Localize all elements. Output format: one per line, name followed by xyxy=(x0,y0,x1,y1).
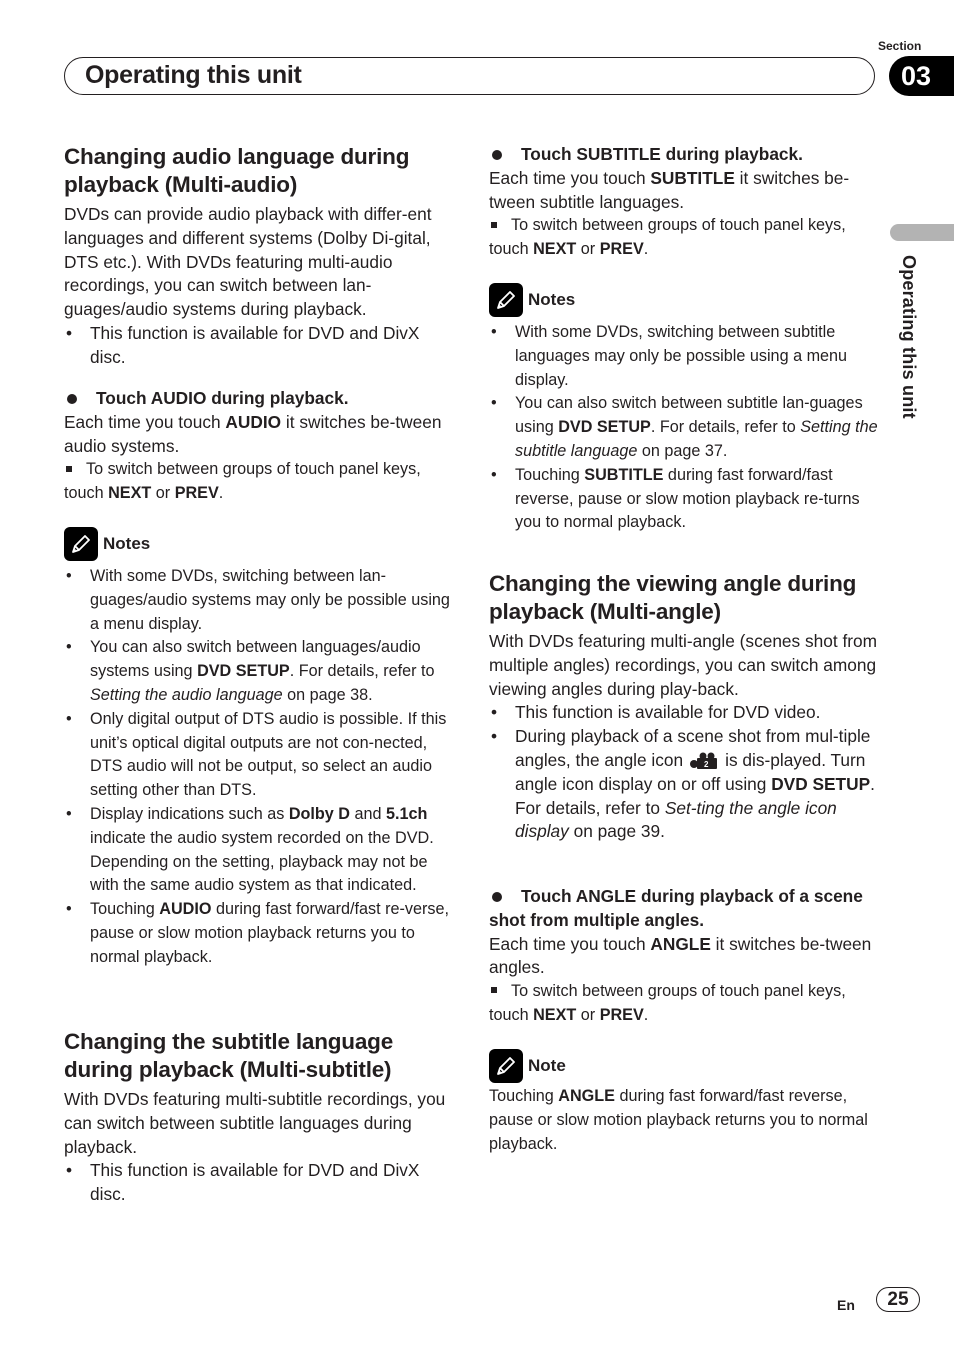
audio-step-sub: To switch between groups of touch panel … xyxy=(64,460,421,503)
step-bullet-icon xyxy=(67,393,77,404)
angle-step-instruction: Touch ANGLE during playback of a scene s… xyxy=(489,885,879,933)
subtitle-step-text: Touch SUBTITLE during playback. xyxy=(521,144,803,164)
side-tab-marker xyxy=(890,224,954,241)
side-tab-label: Operating this unit xyxy=(899,255,919,419)
angle-bullet: During playback of a scene shot from mul… xyxy=(489,725,879,844)
angle-step: Touch ANGLE during playback of a scene s… xyxy=(489,885,879,1028)
subtitle-step-desc: Each time you touch SUBTITLE it switches… xyxy=(489,167,850,212)
notes-title: Notes xyxy=(103,534,151,554)
subtitle-availability: This function is available for DVD and D… xyxy=(64,1159,454,1207)
section-number-badge: 03 xyxy=(889,56,954,96)
note-item: Touching AUDIO during fast forward/fast … xyxy=(64,898,454,969)
audio-notes: Notes With some DVDs, switching between … xyxy=(64,527,454,970)
chapter-title-bar: Operating this unit xyxy=(64,57,875,95)
page-number: 25 xyxy=(876,1287,920,1312)
svg-text:2: 2 xyxy=(704,760,709,769)
angle-note-text: Touching ANGLE during fast forward/fast … xyxy=(489,1087,868,1153)
subtitle-step: Touch SUBTITLE during playback. Each tim… xyxy=(489,143,879,262)
subtitle-intro: With DVDs featuring multi-subtitle recor… xyxy=(64,1089,446,1157)
note-item: You can also switch between languages/au… xyxy=(64,636,454,707)
audio-step-text: Touch AUDIO during playback. xyxy=(96,388,349,408)
square-bullet-icon xyxy=(491,987,497,994)
angle-step-desc: Each time you touch ANGLE it switches be… xyxy=(489,933,872,978)
audio-step: Touch AUDIO during playback. Each time y… xyxy=(64,387,454,506)
square-bullet-icon xyxy=(491,221,497,228)
note-title: Note xyxy=(528,1056,566,1076)
note-item: With some DVDs, switching between lan-gu… xyxy=(64,565,454,636)
note-item: You can also switch between subtitle lan… xyxy=(489,392,879,463)
angle-note: Note Touching ANGLE during fast forward/… xyxy=(489,1049,879,1156)
subtitle-section: Changing the subtitle language during pl… xyxy=(64,1028,454,1207)
note-item: Only digital output of DTS audio is poss… xyxy=(64,708,454,803)
subtitle-step-sub: To switch between groups of touch panel … xyxy=(489,216,846,259)
angle-intro: With DVDs featuring multi-angle (scenes … xyxy=(489,631,878,699)
note-item: Touching SUBTITLE during fast forward/fa… xyxy=(489,464,879,535)
audio-section: Changing audio language during playback … xyxy=(64,143,454,370)
step-bullet-icon xyxy=(492,149,502,160)
notes-title: Notes xyxy=(528,290,576,310)
camera-angle-icon: 2 xyxy=(689,752,719,770)
note-item: With some DVDs, switching between subtit… xyxy=(489,321,879,392)
square-bullet-icon xyxy=(66,465,72,472)
pencil-icon xyxy=(64,527,98,561)
audio-step-instruction: Touch AUDIO during playback. xyxy=(64,387,454,411)
audio-heading: Changing audio language during playback … xyxy=(64,144,410,197)
step-bullet-icon xyxy=(492,891,502,902)
audio-availability: This function is available for DVD and D… xyxy=(64,322,454,370)
note-item: Display indications such as Dolby D and … xyxy=(64,803,454,898)
angle-heading: Changing the viewing angle during playba… xyxy=(489,571,857,624)
angle-section: Changing the viewing angle during playba… xyxy=(489,570,879,844)
audio-intro: DVDs can provide audio playback with dif… xyxy=(64,204,432,320)
subtitle-step-instruction: Touch SUBTITLE during playback. xyxy=(489,143,879,167)
subtitle-heading: Changing the subtitle language during pl… xyxy=(64,1029,394,1082)
section-label: Section xyxy=(878,39,922,53)
angle-bullet: This function is available for DVD video… xyxy=(489,701,879,725)
language-label: En xyxy=(837,1297,855,1313)
angle-step-sub: To switch between groups of touch panel … xyxy=(489,982,846,1024)
chapter-title: Operating this unit xyxy=(85,61,302,89)
subtitle-notes: Notes With some DVDs, switching between … xyxy=(489,283,879,535)
angle-step-text: Touch ANGLE during playback of a scene s… xyxy=(489,886,863,930)
pencil-icon xyxy=(489,1049,523,1083)
audio-step-desc: Each time you touch AUDIO it switches be… xyxy=(64,411,442,456)
pencil-icon xyxy=(489,283,523,317)
